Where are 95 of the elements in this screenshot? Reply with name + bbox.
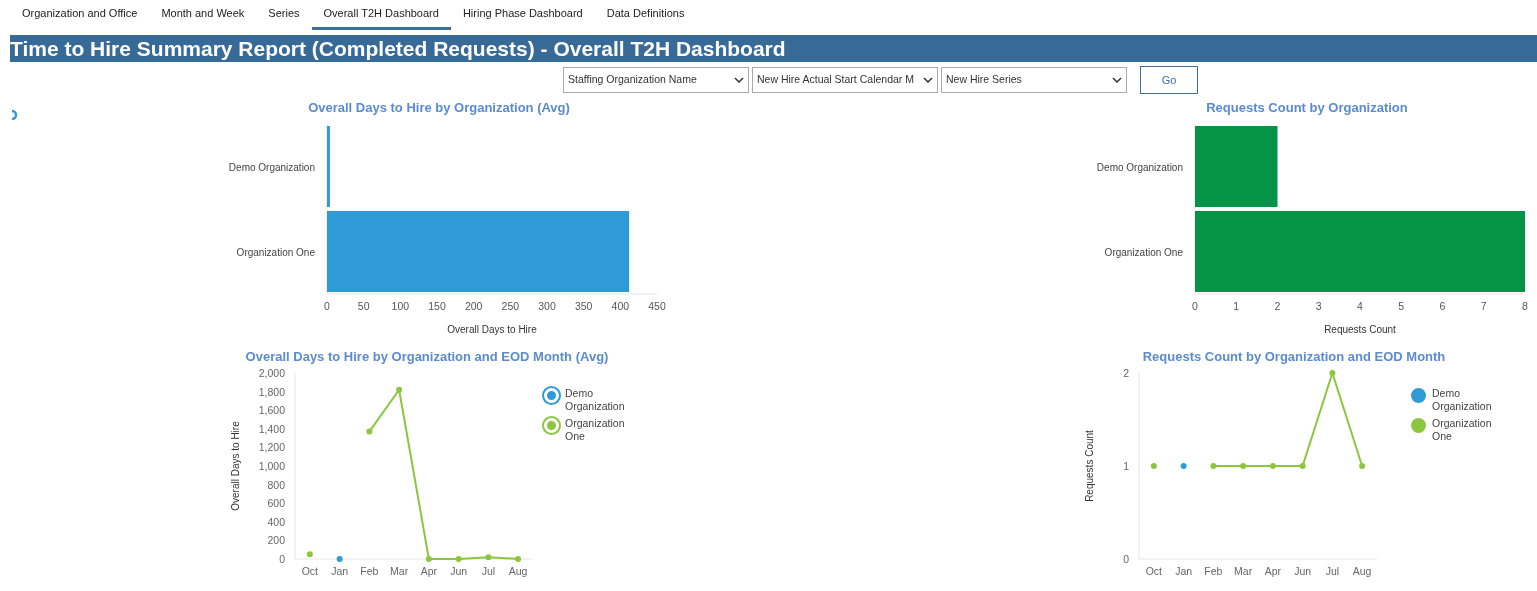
tick-label: 800 bbox=[267, 478, 285, 491]
go-button[interactable]: Go bbox=[1140, 66, 1198, 94]
tick-label: 250 bbox=[501, 300, 520, 312]
tick-label: 0 bbox=[1123, 553, 1129, 565]
chevron-down-icon bbox=[734, 77, 744, 83]
tick-label: 8 bbox=[1522, 300, 1528, 312]
axis-title: Requests Count bbox=[1084, 430, 1095, 502]
tick-label: Feb bbox=[360, 565, 379, 577]
axis-title: Overall Days to Hire bbox=[230, 421, 241, 511]
data-point bbox=[1359, 463, 1366, 469]
tick-label: 50 bbox=[357, 300, 370, 312]
tick-label: 400 bbox=[267, 515, 285, 528]
tick-label: Jun bbox=[1294, 565, 1312, 577]
data-point bbox=[425, 556, 432, 562]
data-point bbox=[306, 551, 313, 558]
tick-label: 450 bbox=[648, 300, 666, 312]
filter-dropdown[interactable]: New Hire Series bbox=[941, 67, 1127, 93]
tick-label: Jan bbox=[331, 565, 349, 577]
filter-dropdown[interactable]: New Hire Actual Start Calendar M bbox=[752, 67, 938, 93]
tick-label: 4 bbox=[1357, 300, 1363, 312]
tab[interactable]: Data Definitions bbox=[594, 0, 697, 30]
tick-label: 5 bbox=[1398, 300, 1405, 312]
category-label: Organization One bbox=[236, 246, 315, 258]
report-title: Time to Hire Summary Report (Completed Requests) - Overall T2H Dashboard bbox=[10, 35, 786, 62]
chart-title: Requests Count by Organization bbox=[1206, 100, 1408, 116]
category-label: Demo Organization bbox=[228, 161, 315, 173]
tick-label: Mar bbox=[1234, 565, 1253, 577]
tick-label: 0 bbox=[279, 553, 285, 565]
data-point bbox=[455, 556, 462, 562]
category-label: Demo Organization bbox=[1096, 161, 1183, 173]
data-point bbox=[1180, 463, 1187, 469]
tick-label: Aug bbox=[1352, 565, 1372, 577]
tick-label: Jul bbox=[1325, 565, 1340, 577]
tab[interactable]: Series bbox=[256, 0, 312, 30]
data-point bbox=[485, 554, 492, 561]
data-point bbox=[1210, 463, 1217, 469]
tab[interactable]: Overall T2H Dashboard bbox=[311, 0, 451, 30]
data-point bbox=[1329, 370, 1336, 376]
tick-label: 1,000 bbox=[258, 460, 285, 472]
tick-label: 1,800 bbox=[258, 385, 285, 398]
tick-label: Jan bbox=[1175, 565, 1193, 577]
tab[interactable]: Organization and Office bbox=[10, 0, 150, 30]
legend-label: Organization One bbox=[1432, 417, 1493, 443]
tick-label: 7 bbox=[1480, 300, 1487, 312]
tick-label: 6 bbox=[1439, 300, 1446, 312]
chart-title: Requests Count by Organization and EOD Month bbox=[1142, 349, 1446, 365]
chevron-down-icon bbox=[1112, 77, 1122, 83]
data-point bbox=[1150, 463, 1157, 469]
chart-title: Overall Days to Hire by Organization and EOD Month (Avg) bbox=[245, 349, 609, 365]
legend-label: Demo Organization bbox=[565, 387, 626, 413]
tick-label: 1 bbox=[1233, 300, 1240, 312]
chevron-down-icon bbox=[923, 77, 933, 83]
legend-label: Organization One bbox=[565, 417, 626, 443]
tick-label: 3 bbox=[1315, 300, 1322, 312]
tab[interactable]: Month and Week bbox=[149, 0, 257, 30]
tick-label: 100 bbox=[391, 300, 410, 312]
tick-label: 350 bbox=[574, 300, 593, 312]
data-point bbox=[336, 556, 343, 562]
data-point bbox=[366, 428, 373, 435]
tick-label: 600 bbox=[267, 497, 285, 510]
tick-label: 200 bbox=[464, 300, 483, 312]
tick-label: 0 bbox=[324, 300, 330, 312]
tick-label: 300 bbox=[538, 300, 556, 312]
tick-label: 2 bbox=[1123, 367, 1129, 379]
tick-label: 2 bbox=[1274, 300, 1281, 312]
tick-label: Oct bbox=[1145, 565, 1163, 577]
chart-title: Overall Days to Hire by Organization (Avg) bbox=[308, 100, 570, 116]
tick-label: Mar bbox=[390, 565, 409, 577]
data-point bbox=[1240, 463, 1247, 469]
legend-label: Demo Organization bbox=[1432, 387, 1493, 413]
data-point bbox=[515, 556, 522, 562]
tick-label: Aug bbox=[508, 565, 528, 577]
tick-label: Apr bbox=[1264, 565, 1282, 577]
tick-label: 400 bbox=[611, 300, 630, 312]
tick-label: Feb bbox=[1204, 565, 1223, 577]
data-point bbox=[396, 386, 403, 393]
data-point bbox=[1269, 463, 1276, 469]
tick-label: 1,400 bbox=[258, 422, 285, 435]
tick-label: Jul bbox=[481, 565, 496, 577]
tick-label: Oct bbox=[301, 565, 319, 577]
tick-label: 200 bbox=[267, 534, 285, 547]
filter-dropdown[interactable]: Staffing Organization Name bbox=[563, 67, 749, 93]
tick-label: 1,600 bbox=[258, 404, 285, 417]
tick-label: 0 bbox=[1192, 300, 1198, 312]
tick-label: Jun bbox=[450, 565, 468, 577]
tab[interactable]: Hiring Phase Dashboard bbox=[450, 0, 595, 30]
axis-title: Overall Days to Hire bbox=[447, 324, 537, 335]
tick-label: 2,000 bbox=[258, 367, 285, 379]
data-point bbox=[1299, 463, 1306, 469]
tick-label: 1 bbox=[1123, 460, 1129, 472]
tick-label: 1,200 bbox=[258, 441, 285, 454]
category-label: Organization One bbox=[1104, 246, 1183, 258]
tick-label: Apr bbox=[420, 565, 438, 577]
tick-label: 150 bbox=[428, 300, 446, 312]
axis-title: Requests Count bbox=[1324, 324, 1396, 335]
